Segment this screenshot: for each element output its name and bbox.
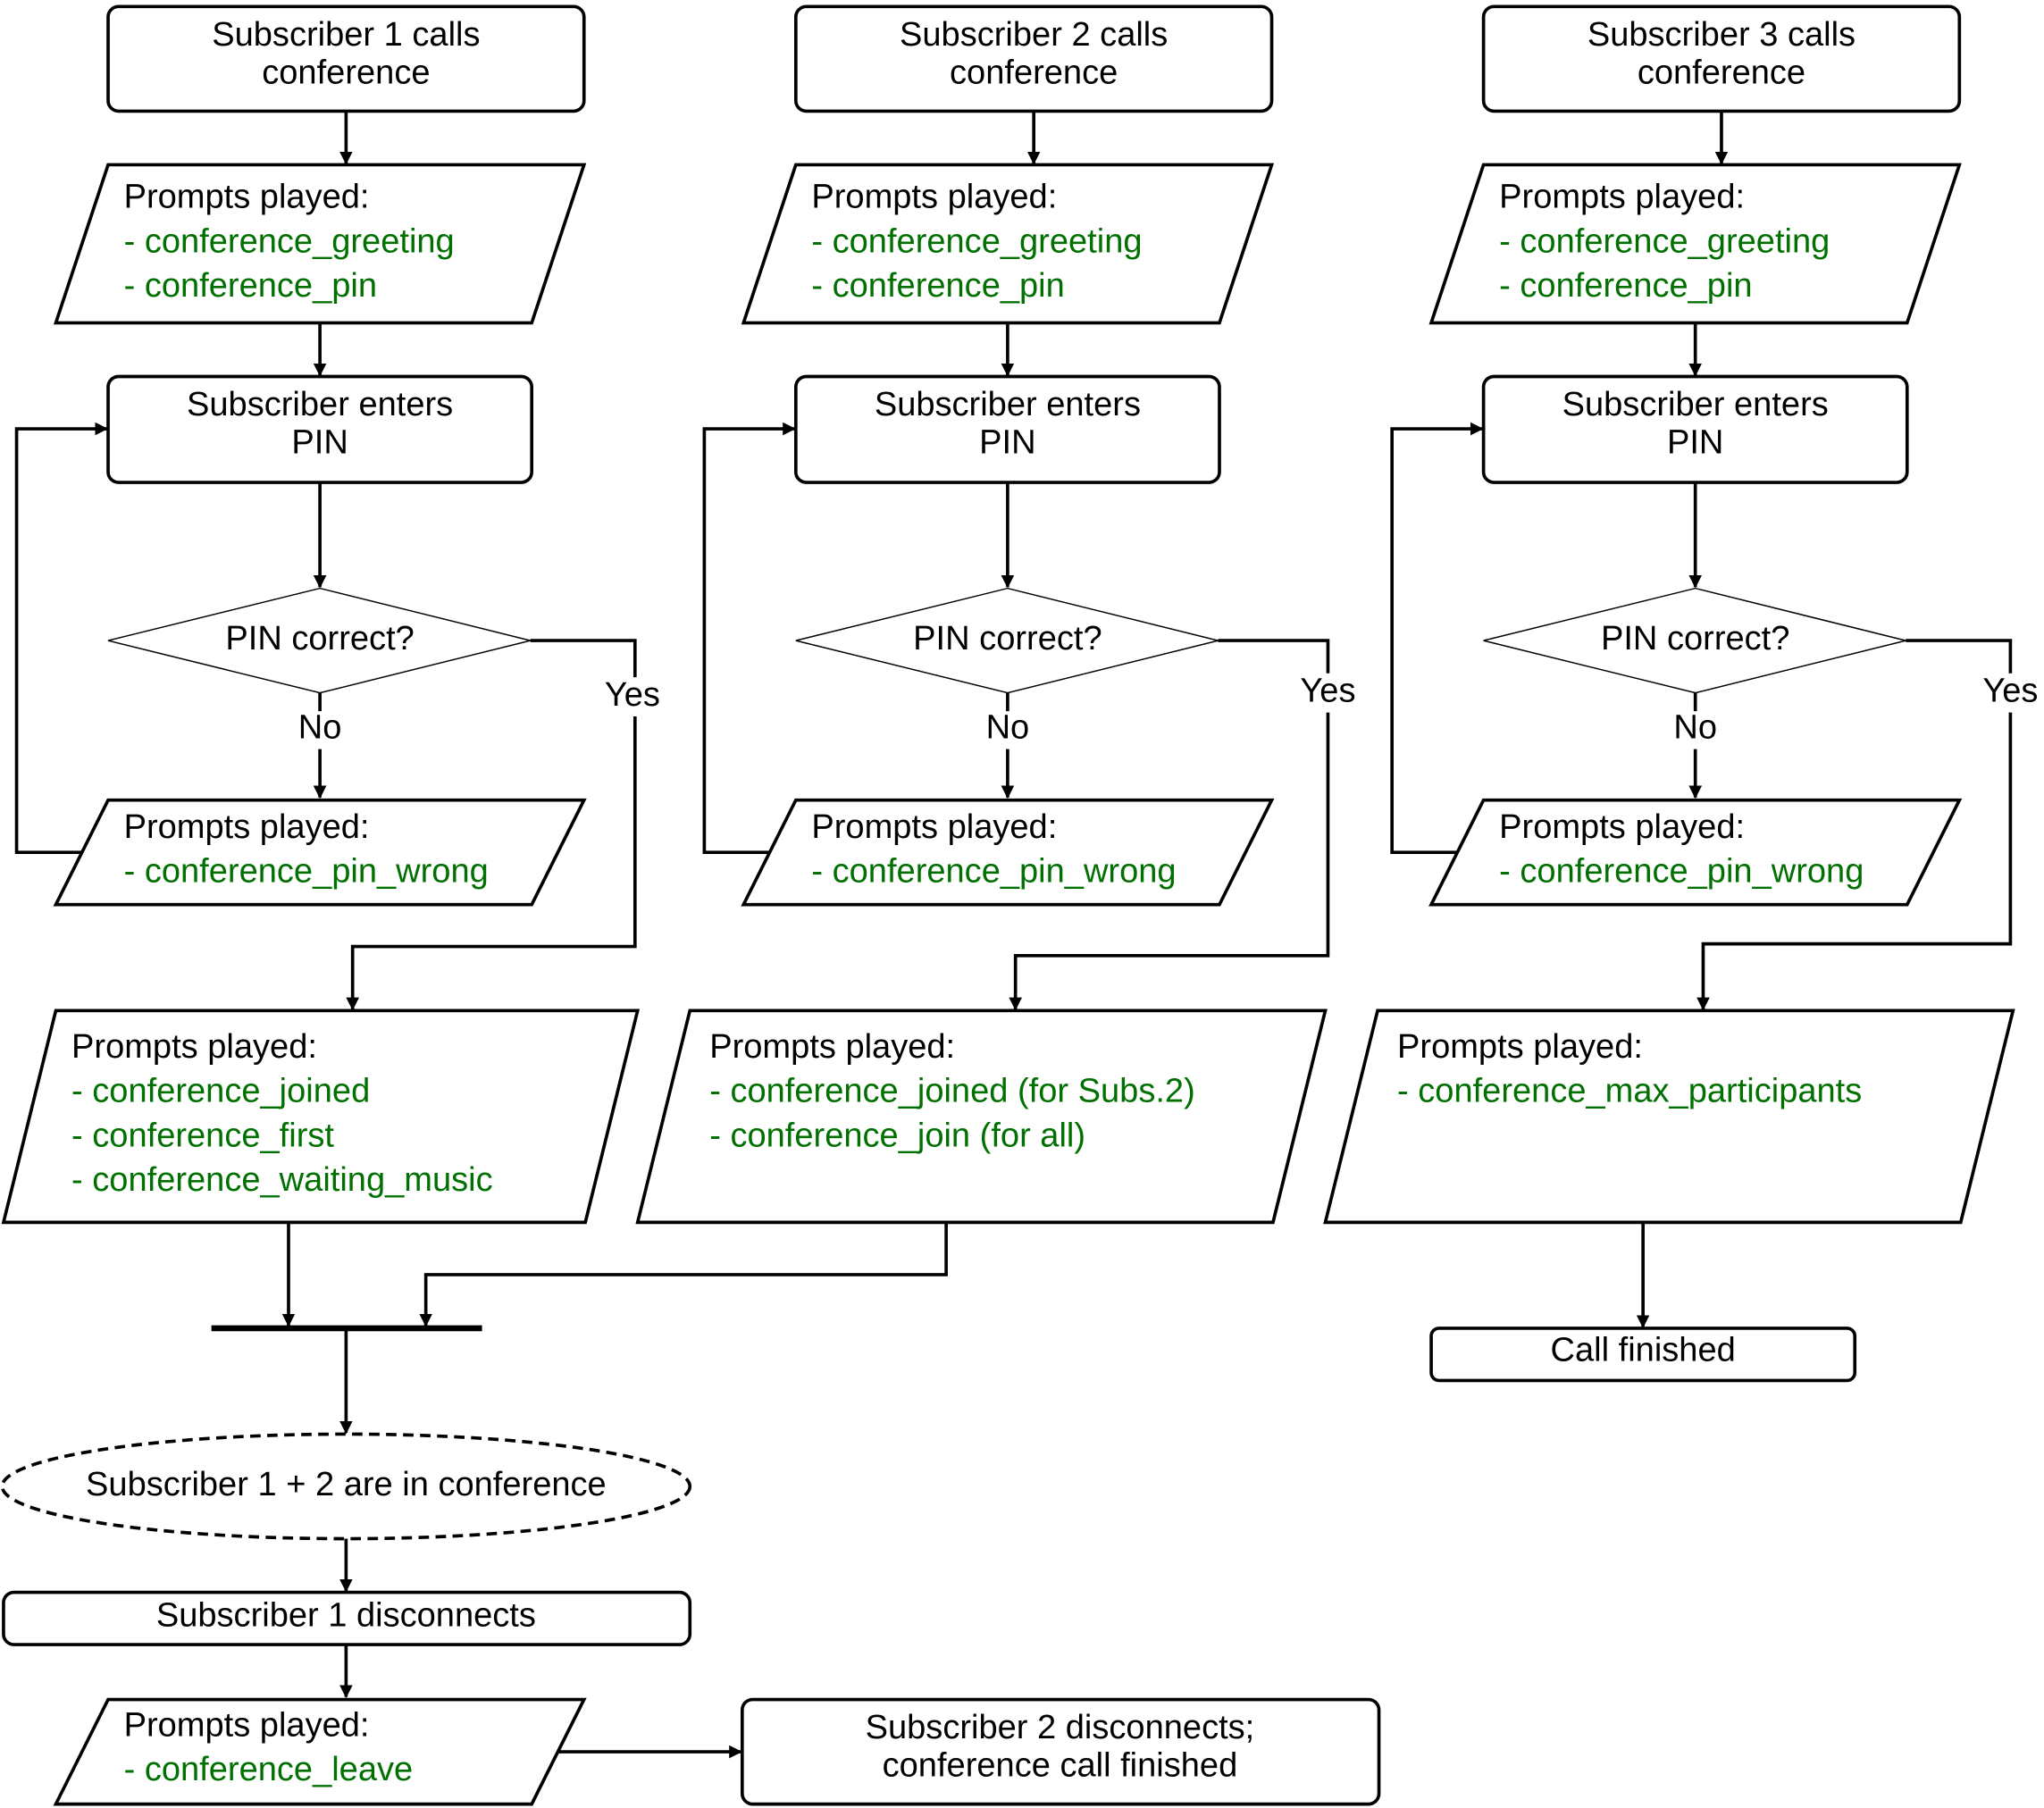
- initial-prompts-item: - conference_greeting: [811, 222, 1142, 260]
- result-prompts-item: - conference_join (for all): [709, 1117, 1085, 1154]
- enter-pin-label: Subscriber enters: [1562, 386, 1829, 423]
- enter-pin-label: Subscriber enters: [875, 386, 1141, 423]
- yes-line: [530, 639, 637, 678]
- initial-prompts-item: - conference_pin: [811, 267, 1064, 305]
- retry-arrow: [702, 422, 796, 855]
- wrong-prompts-item: - conference_pin_wrong: [1499, 853, 1864, 891]
- start-label: Subscriber 3 calls: [1587, 16, 1856, 54]
- wrong-prompts-heading: Prompts played:: [811, 808, 1057, 846]
- sub1-disconnects-label: Subscriber 1 disconnects: [156, 1596, 536, 1634]
- enter-pin-label: PIN: [291, 424, 348, 462]
- result-prompts-item: - conference_joined: [71, 1073, 370, 1110]
- call-finished-label: Call finished: [1551, 1331, 1736, 1369]
- initial-prompts-heading: Prompts played:: [1499, 178, 1745, 215]
- wrong-prompts-heading: Prompts played:: [124, 808, 370, 846]
- decision-label: PIN correct?: [1601, 620, 1789, 657]
- retry-arrow: [1390, 422, 1484, 855]
- start-label: conference: [1638, 54, 1805, 91]
- leave-prompts-heading: Prompts played:: [124, 1706, 370, 1744]
- enter-pin-label: Subscriber enters: [187, 386, 453, 423]
- enter-pin-label: PIN: [1667, 424, 1723, 462]
- result-prompts-heading: Prompts played:: [709, 1028, 955, 1066]
- no-label: No: [986, 709, 1030, 747]
- no-label: No: [1673, 709, 1717, 747]
- yes-label: Yes: [605, 676, 660, 714]
- result-prompts-heading: Prompts played:: [1397, 1028, 1643, 1066]
- final-label: Subscriber 2 disconnects;: [866, 1709, 1255, 1746]
- start-label: Subscriber 2 calls: [900, 16, 1168, 54]
- no-label: No: [298, 709, 342, 747]
- decision-label: PIN correct?: [913, 620, 1102, 657]
- yes-line: [1218, 639, 1330, 674]
- wrong-prompts-item: - conference_pin_wrong: [124, 853, 489, 891]
- start-label: conference: [262, 54, 430, 91]
- in-conference-label: Subscriber 1 + 2 are in conference: [86, 1466, 607, 1503]
- initial-prompts-item: - conference_pin: [124, 267, 377, 305]
- final-label: conference call finished: [883, 1747, 1238, 1785]
- initial-prompts-heading: Prompts played:: [811, 178, 1057, 215]
- result-prompts-item: - conference_first: [71, 1117, 334, 1154]
- enter-pin-label: PIN: [979, 424, 1035, 462]
- start-label: conference: [950, 54, 1118, 91]
- yes-label: Yes: [1982, 673, 2038, 710]
- result-prompts-heading: Prompts played:: [71, 1028, 317, 1066]
- result-prompts-item: - conference_max_participants: [1397, 1073, 1862, 1110]
- yes-line: [1906, 639, 2013, 674]
- start-label: Subscriber 1 calls: [212, 16, 480, 54]
- result-prompts-item: - conference_joined (for Subs.2): [709, 1073, 1195, 1110]
- initial-prompts-item: - conference_greeting: [1499, 222, 1830, 260]
- initial-prompts-heading: Prompts played:: [124, 178, 370, 215]
- arrow: [419, 1222, 948, 1327]
- conference-flowchart: Subscriber 1 callsconferencePrompts play…: [0, 4, 2038, 1806]
- wrong-prompts-item: - conference_pin_wrong: [811, 853, 1176, 891]
- leave-prompts-item: - conference_leave: [124, 1751, 414, 1788]
- wrong-prompts-heading: Prompts played:: [1499, 808, 1745, 846]
- result-prompts-item: - conference_waiting_music: [71, 1161, 493, 1199]
- initial-prompts-item: - conference_pin: [1499, 267, 1752, 305]
- decision-label: PIN correct?: [225, 620, 414, 657]
- initial-prompts-item: - conference_greeting: [124, 222, 455, 260]
- retry-arrow: [14, 422, 109, 855]
- yes-label: Yes: [1300, 673, 1355, 710]
